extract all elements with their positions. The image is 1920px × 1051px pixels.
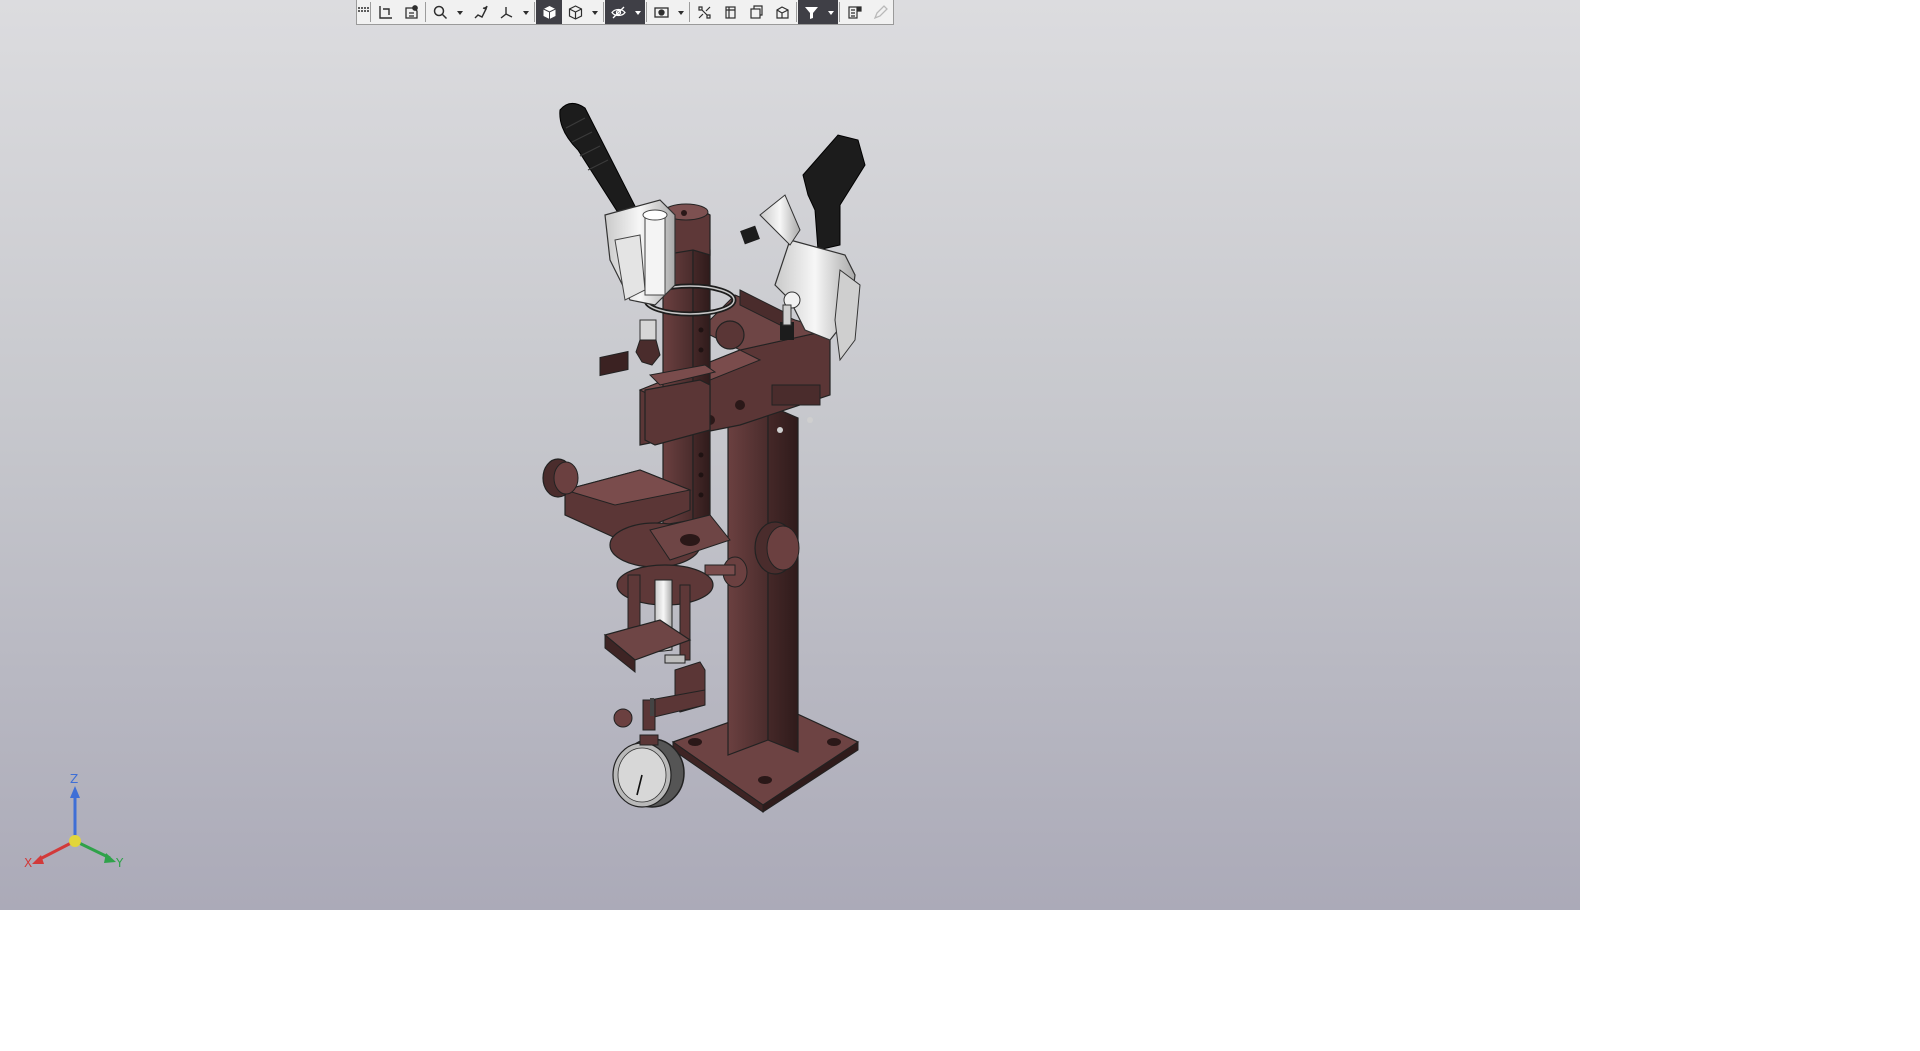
axis-triad: Z X Y [18, 772, 128, 872]
axis-label-x: X [24, 856, 33, 870]
axis-label-y: Y [116, 856, 124, 870]
3d-viewport[interactable]: Z X Y [0, 0, 1580, 910]
axis-label-z: Z [70, 772, 79, 786]
left-toggle-clamp [559, 103, 676, 366]
assembly-model[interactable] [0, 0, 1580, 910]
lower-slider [603, 564, 714, 731]
